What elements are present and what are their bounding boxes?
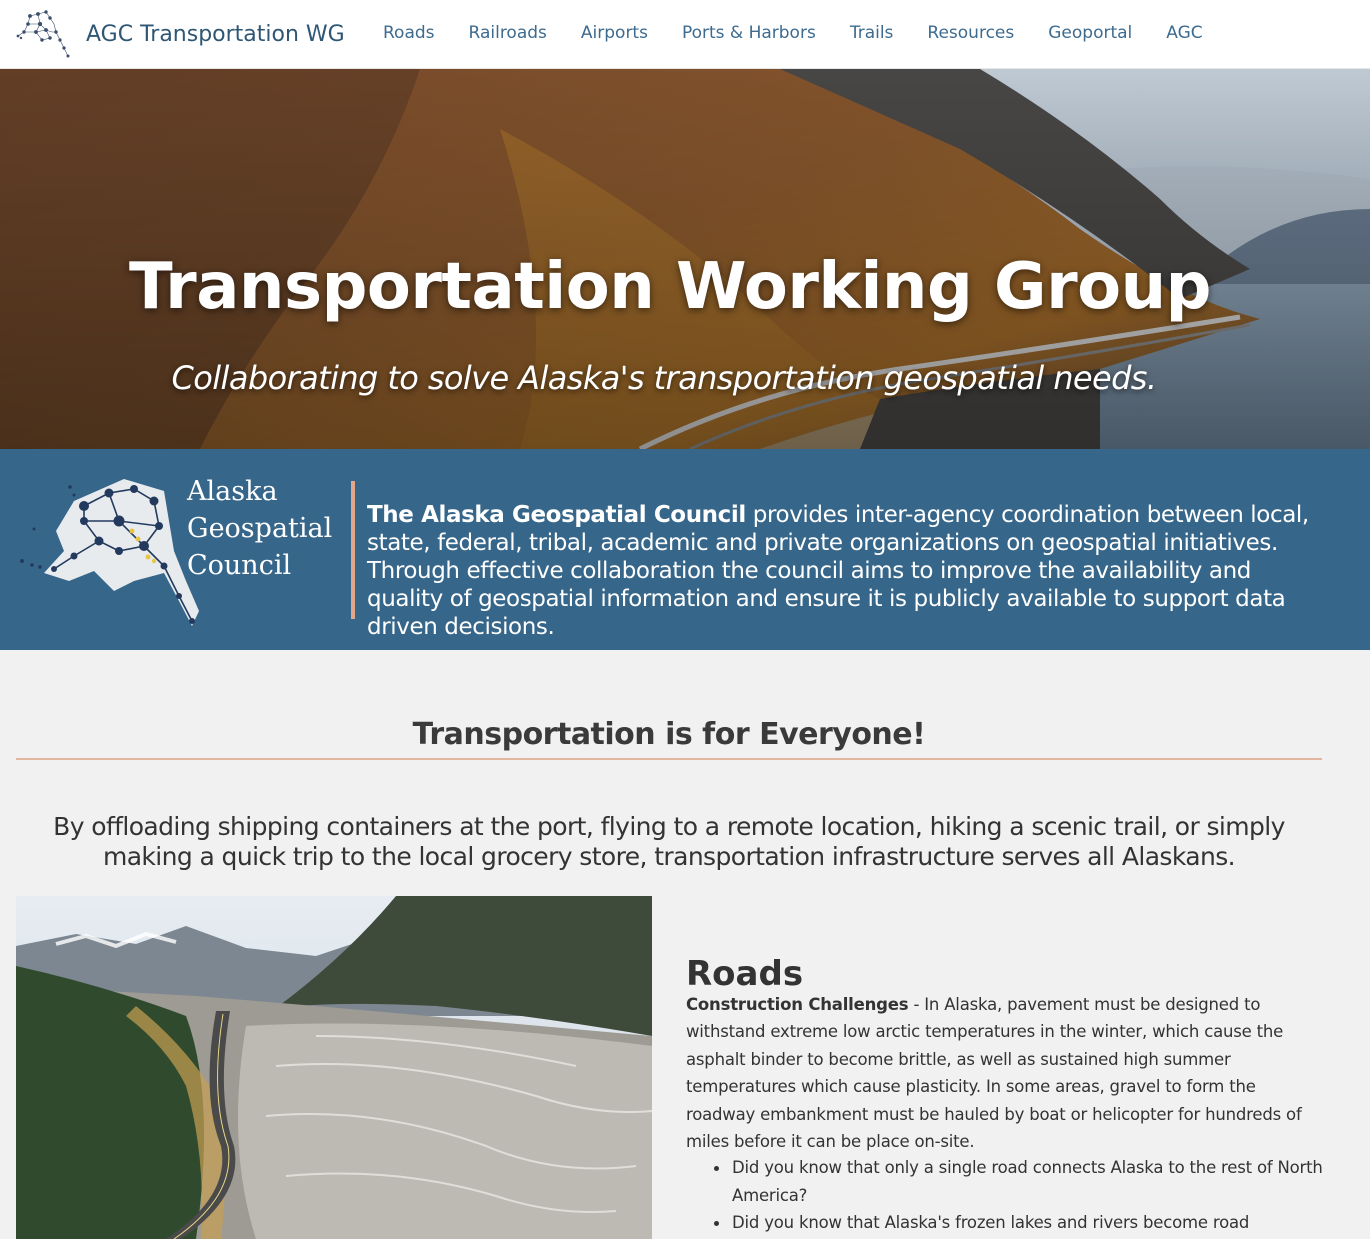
- council-wordmark: Alaska Geospatial Council: [187, 473, 332, 584]
- council-info-band: Alaska Geospatial Council The Alaska Geo…: [0, 449, 1370, 650]
- roads-photo: [16, 896, 652, 1239]
- hero-title: Transportation Working Group: [129, 249, 1211, 324]
- council-divider: [351, 481, 355, 619]
- hero-banner: Transportation Working Group Collaborati…: [0, 69, 1370, 449]
- nav-link-geoportal[interactable]: Geoportal: [1031, 23, 1149, 43]
- nav-link-trails[interactable]: Trails: [833, 23, 911, 43]
- nav-link-resources[interactable]: Resources: [910, 23, 1031, 43]
- section-divider: [16, 758, 1322, 760]
- roads-lead: Construction Challenges: [686, 994, 909, 1014]
- council-name: The Alaska Geospatial Council: [367, 502, 746, 528]
- hero-subtitle: Collaborating to solve Alaska's transpor…: [171, 359, 1157, 397]
- roads-paragraph: Construction Challenges - In Alaska, pav…: [686, 991, 1326, 1156]
- top-navigation-bar: AGC Transportation WG Roads Railroads Ai…: [0, 0, 1370, 69]
- wordmark-line: Geospatial: [187, 513, 333, 544]
- site-title[interactable]: AGC Transportation WG: [86, 22, 345, 47]
- section-title: Transportation is for Everyone!: [412, 716, 926, 752]
- site-brand-link[interactable]: AGC Transportation WG: [16, 10, 345, 58]
- roads-heading: Roads: [686, 954, 804, 994]
- nav-link-agc[interactable]: AGC: [1149, 23, 1219, 43]
- roads-photo-illustration: [16, 896, 652, 1239]
- nav-link-ports-harbors[interactable]: Ports & Harbors: [665, 23, 833, 43]
- wordmark-line: Alaska: [187, 476, 278, 507]
- section-body: By offloading shipping containers at the…: [53, 812, 1285, 871]
- roads-facts-list: Did you know that only a single road con…: [686, 1154, 1370, 1237]
- alaska-network-logo-icon: [16, 10, 70, 58]
- list-item: Did you know that only a single road con…: [714, 1154, 1370, 1209]
- alaska-map-network-icon: [20, 479, 199, 626]
- roads-text: - In Alaska, pavement must be designed t…: [686, 994, 1302, 1152]
- wordmark-line: Council: [187, 550, 292, 581]
- council-description: The Alaska Geospatial Council provides i…: [367, 501, 1327, 641]
- nav-link-railroads[interactable]: Railroads: [452, 23, 564, 43]
- main-nav: Roads Railroads Airports Ports & Harbors…: [366, 0, 1220, 66]
- nav-link-roads[interactable]: Roads: [366, 23, 452, 43]
- list-item: Did you know that Alaska's frozen lakes …: [714, 1209, 1370, 1237]
- nav-link-airports[interactable]: Airports: [564, 23, 665, 43]
